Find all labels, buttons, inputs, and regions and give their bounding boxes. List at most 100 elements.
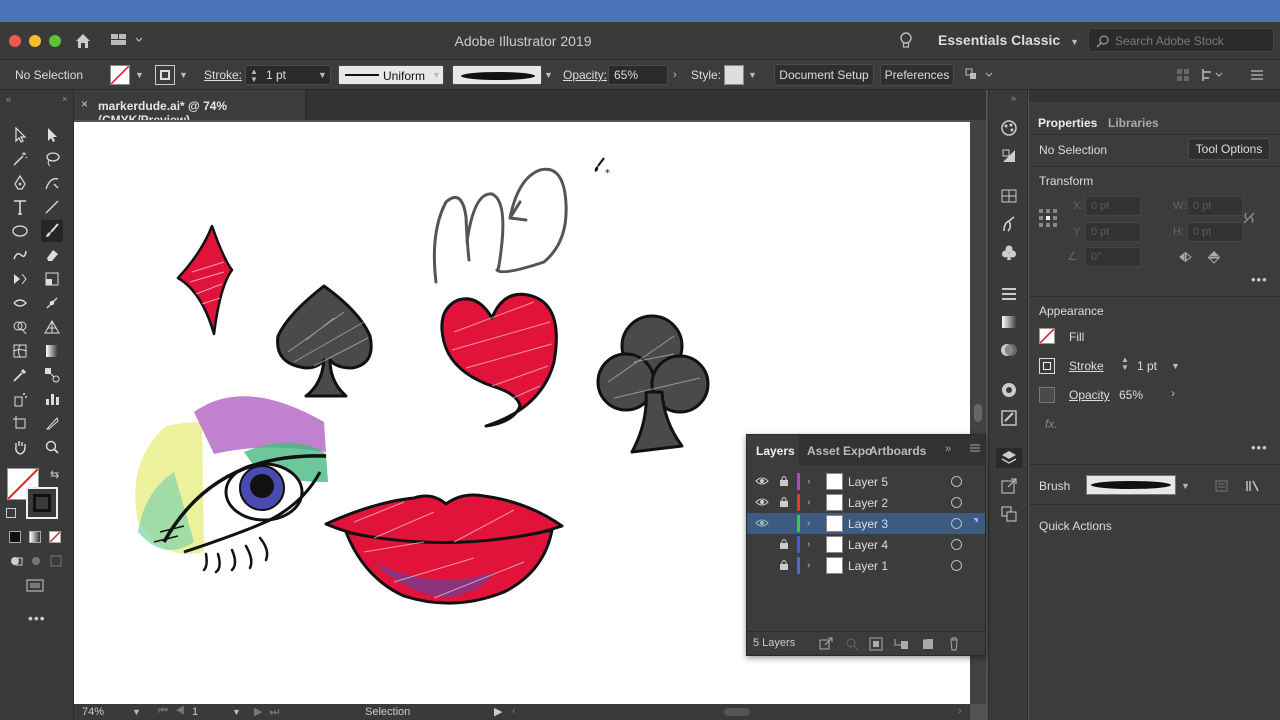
transparency-icon[interactable] (999, 340, 1019, 360)
zoom-tool-icon[interactable] (41, 436, 63, 458)
close-tab-icon[interactable]: × (81, 97, 88, 111)
export-icon[interactable] (999, 476, 1019, 496)
stroke-swatch[interactable] (155, 65, 175, 85)
default-colors-icon[interactable] (6, 508, 16, 518)
expand-panel-icon[interactable]: » (945, 443, 951, 455)
artboards-panel-icon[interactable] (999, 504, 1019, 524)
visibility-eye-icon[interactable] (755, 497, 769, 507)
appearance-stroke-value[interactable]: 1 pt (1137, 359, 1157, 373)
layer-name[interactable]: Layer 3 (848, 517, 888, 531)
expand-layer-icon[interactable]: › (807, 518, 810, 529)
none-mode-icon[interactable] (49, 531, 61, 543)
puppet-warp-tool-icon[interactable] (41, 292, 63, 314)
selection-tool-icon[interactable] (9, 124, 31, 146)
horizontal-scroll-thumb[interactable] (724, 708, 750, 716)
chevron-right-icon[interactable]: › (673, 69, 677, 81)
appearance-opacity-label[interactable]: Opacity (1069, 388, 1110, 402)
brush-options-icon[interactable] (1215, 479, 1229, 493)
layer-row[interactable]: › Layer 4 (747, 534, 985, 555)
swatches-icon[interactable] (999, 146, 1019, 166)
document-setup-button[interactable]: Document Setup (774, 64, 874, 86)
artboard-prev-icon[interactable]: ⏮ ◀ (158, 705, 187, 718)
gradient-tool-icon[interactable] (41, 340, 63, 362)
slice-tool-icon[interactable] (41, 412, 63, 434)
variable-width-profile[interactable]: Uniform (338, 65, 444, 85)
stepper-icon[interactable]: ▲ ▼ (250, 68, 258, 84)
expand-layer-icon[interactable]: › (807, 539, 810, 550)
align-grid-icon[interactable] (1176, 68, 1190, 82)
flip-vertical-icon[interactable] (1207, 250, 1221, 264)
target-icon[interactable] (951, 476, 962, 487)
hand-tool-icon[interactable] (9, 436, 31, 458)
tab-layers[interactable]: Layers (756, 444, 795, 458)
workspace-switcher[interactable]: Essentials Classic ▼ (938, 32, 1079, 48)
swap-fill-stroke-icon[interactable]: ⇆ (50, 468, 59, 481)
lightbulb-icon[interactable] (898, 31, 914, 51)
brush-selector[interactable] (1086, 475, 1176, 495)
brushes-icon[interactable] (999, 214, 1019, 234)
locate-object-icon[interactable] (845, 637, 859, 651)
tab-libraries[interactable]: Libraries (1108, 116, 1159, 130)
fx-icon[interactable]: fx. (1045, 417, 1058, 431)
panel-menu-icon[interactable] (969, 442, 981, 454)
make-clipping-mask-icon[interactable] (869, 637, 883, 651)
appearance-opacity-value[interactable]: 65% (1119, 388, 1143, 402)
layer-name[interactable]: Layer 4 (848, 538, 888, 552)
stroke-chevron-icon[interactable]: ▼ (179, 70, 188, 80)
zoom-level[interactable]: 74% (82, 706, 104, 718)
brush-libraries-icon[interactable] (1245, 479, 1261, 493)
brush-definition[interactable] (452, 65, 542, 85)
width-tool-icon[interactable] (9, 292, 31, 314)
target-icon[interactable] (951, 560, 962, 571)
y-field[interactable]: 0 pt (1085, 222, 1141, 242)
stroke-color-widget[interactable] (26, 487, 58, 519)
shape-builder-tool-icon[interactable] (9, 316, 31, 338)
gradient-mode-icon[interactable] (29, 531, 41, 543)
paintbrush-tool-icon[interactable] (41, 220, 63, 242)
expand-layer-icon[interactable]: › (807, 560, 810, 571)
symbols-grid-icon[interactable] (999, 186, 1019, 206)
tab-asset-export[interactable]: Asset Expo (807, 444, 872, 458)
stroke-panel-icon[interactable] (999, 284, 1019, 304)
lock-icon[interactable] (779, 538, 789, 550)
lock-icon[interactable] (779, 475, 789, 487)
flip-horizontal-icon[interactable] (1177, 251, 1193, 263)
angle-field[interactable]: 0° (1085, 247, 1141, 267)
more-appearance-icon[interactable]: ••• (1251, 440, 1268, 455)
draw-behind-icon[interactable] (29, 554, 43, 568)
document-tab[interactable]: × markerdude.ai* @ 74% (CMYK/Preview) (74, 90, 306, 127)
h-field[interactable]: 0 pt (1187, 222, 1243, 242)
layer-row[interactable]: › Layer 3 (747, 513, 985, 534)
graphic-style-swatch[interactable] (724, 65, 744, 85)
lock-icon[interactable] (779, 496, 789, 508)
appearance-panel-icon[interactable] (999, 380, 1019, 400)
chevron-down-icon[interactable]: ▼ (748, 70, 757, 80)
chevron-down-icon[interactable]: ▼ (544, 70, 553, 80)
chevron-down-icon[interactable]: ▼ (432, 70, 441, 80)
ellipse-tool-icon[interactable] (9, 220, 31, 242)
symbols-club-icon[interactable] (999, 242, 1019, 262)
constrain-proportions-icon[interactable] (1241, 210, 1257, 226)
artboard-number[interactable]: 1 (192, 706, 198, 718)
eyedropper-tool-icon[interactable] (9, 364, 31, 386)
visibility-eye-icon[interactable] (755, 476, 769, 486)
fill-swatch[interactable] (110, 65, 130, 85)
current-tool-status[interactable]: Selection (365, 706, 410, 718)
appearance-stroke-swatch[interactable] (1039, 358, 1055, 374)
gradient-panel-icon[interactable] (999, 312, 1019, 332)
expand-layer-icon[interactable]: › (807, 476, 810, 487)
edit-toolbar-icon[interactable]: ••• (28, 610, 46, 626)
chevron-down-icon[interactable]: ▼ (318, 70, 327, 80)
target-icon[interactable] (951, 497, 962, 508)
more-transform-icon[interactable]: ••• (1251, 272, 1268, 287)
new-layer-icon[interactable] (921, 637, 935, 651)
symbol-sprayer-tool-icon[interactable] (9, 388, 31, 410)
w-field[interactable]: 0 pt (1187, 196, 1243, 216)
stroke-label[interactable]: Stroke: (204, 68, 242, 82)
eraser-tool-icon[interactable] (41, 244, 63, 266)
chevron-down-icon[interactable]: ▼ (1171, 361, 1180, 371)
scroll-thumb[interactable] (974, 404, 982, 422)
lasso-tool-icon[interactable] (41, 148, 63, 170)
visibility-eye-icon[interactable] (755, 518, 769, 528)
scale-tool-icon[interactable] (41, 268, 63, 290)
